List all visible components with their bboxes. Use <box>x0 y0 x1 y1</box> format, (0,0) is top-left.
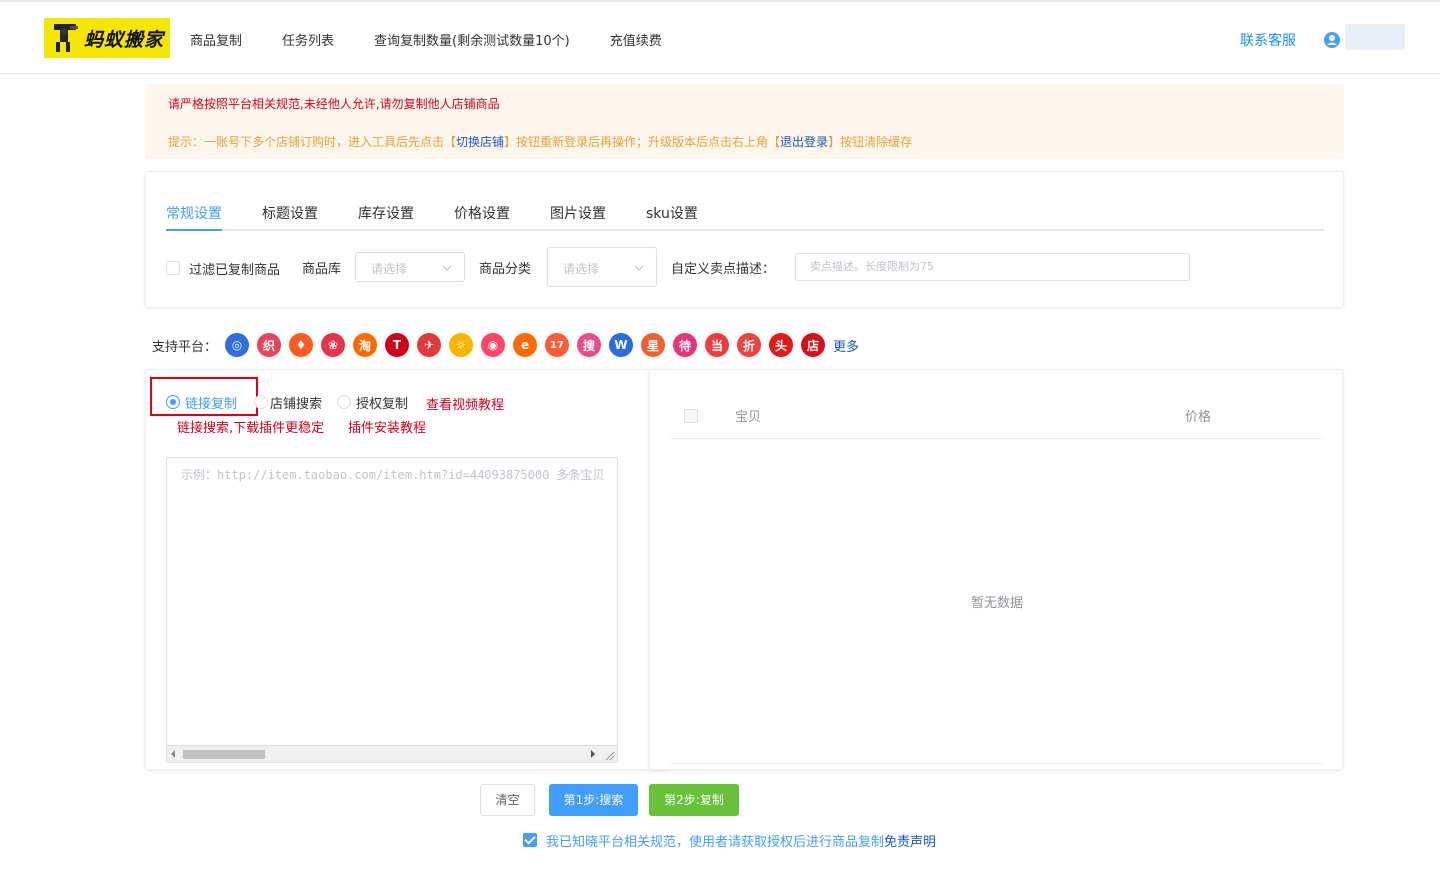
agreement-text: 我已知晓平台相关规范，使用者请获取授权后进行商品复制 <box>546 834 885 850</box>
clear-button[interactable]: 清空 <box>480 784 535 816</box>
zhi-icon[interactable]: 织 <box>257 333 282 357</box>
agreement-row: 我已知晓平台相关规范，使用者请获取授权后进行商品复制 免责声明 <box>523 831 936 850</box>
dian-icon[interactable]: 店 <box>801 333 826 357</box>
tmall-icon[interactable]: T <box>385 333 410 357</box>
supported-platforms: 支持平台： ◎ 织 ♦ ❀ 淘 T ✈ ☼ ◉ e 17 搜 W 星待当折头店 更多 <box>152 332 859 358</box>
user-avatar-icon[interactable] <box>1324 32 1340 48</box>
contact-support-link[interactable]: 联系客服 <box>1240 30 1296 50</box>
scroll-right-icon[interactable] <box>591 750 595 758</box>
main-nav: 商品复制 任务列表 查询复制数量(剩余测试数量10个) 充值续费 <box>190 30 702 49</box>
flame-icon[interactable]: ♦ <box>289 333 314 357</box>
tab-sku[interactable]: sku设置 <box>646 203 698 231</box>
mogujie-icon[interactable]: ◉ <box>481 333 506 357</box>
plugin-install-link[interactable]: 插件安装教程 <box>348 417 426 436</box>
col-price-header: 价格 <box>1185 410 1212 425</box>
1688-icon[interactable]: ◎ <box>225 333 250 357</box>
category-label: 商品分类 <box>479 262 532 277</box>
settings-tabs: 常规设置 标题设置 库存设置 价格设置 图片设置 sku设置 <box>166 203 1324 231</box>
empty-state: 暂无数据 <box>970 596 1023 611</box>
tab-title[interactable]: 标题设置 <box>262 203 318 231</box>
taobao-icon[interactable]: 淘 <box>353 333 378 357</box>
scroll-left-icon[interactable] <box>171 750 175 758</box>
zhe-icon[interactable]: 折 <box>737 333 762 357</box>
notice-tip: 提示：一账号下多个店铺订购时，进入工具后先点击【切换店铺】按钮重新登录后再操作；… <box>168 133 912 150</box>
aliexpress-icon[interactable]: e <box>513 333 538 357</box>
tip-suffix: 】按钮清除缓存 <box>828 135 913 149</box>
user-name-blurred[interactable] <box>1345 24 1405 50</box>
radio-link-copy[interactable] <box>166 395 180 409</box>
horizontal-scrollbar[interactable] <box>167 745 617 762</box>
agreement-checkbox[interactable] <box>523 833 537 847</box>
library-placeholder: 请选择 <box>371 262 408 276</box>
result-table-header: 宝贝 价格 <box>670 394 1323 439</box>
table-bottom-border <box>670 763 1323 764</box>
more-platforms-link[interactable]: 更多 <box>833 336 859 355</box>
tab-image[interactable]: 图片设置 <box>550 203 606 231</box>
step1-search-button[interactable]: 第1步:搜索 <box>549 784 638 816</box>
ant-logo-icon <box>54 24 78 52</box>
result-panel: 宝贝 价格 暂无数据 <box>649 369 1343 770</box>
link-textarea[interactable]: 示例：http://item.taobao.com/item.htm?id=44… <box>166 457 618 763</box>
header: 蚂蚁搬家 商品复制 任务列表 查询复制数量(剩余测试数量10个) 充值续费 联系… <box>0 2 1440 74</box>
step2-copy-button[interactable]: 第2步:复制 <box>649 784 739 816</box>
custom-desc-label: 自定义卖点描述： <box>671 262 776 277</box>
w-icon[interactable]: W <box>609 333 634 357</box>
tou-icon[interactable]: 头 <box>769 333 794 357</box>
logo[interactable]: 蚂蚁搬家 <box>44 18 170 58</box>
tab-price[interactable]: 价格设置 <box>454 203 510 231</box>
xing-icon[interactable]: 星 <box>641 333 666 357</box>
nav-item-product-copy[interactable]: 商品复制 <box>190 30 242 49</box>
nav-item-query-count[interactable]: 查询复制数量(剩余测试数量10个) <box>374 30 570 49</box>
radio-shop-search[interactable] <box>254 395 268 409</box>
custom-desc-input[interactable]: 卖点描述。长度限制为75 <box>795 253 1190 281</box>
lion-icon[interactable]: ☼ <box>449 333 474 357</box>
num17-icon[interactable]: 17 <box>545 333 570 357</box>
link-copy-label[interactable]: 链接复制 <box>185 393 237 412</box>
radio-auth-copy[interactable] <box>337 395 351 409</box>
platforms-label: 支持平台： <box>152 339 218 355</box>
plugin-tip-link[interactable]: 链接搜索,下载插件更稳定 <box>177 417 324 436</box>
library-label: 商品库 <box>302 262 342 277</box>
shop-search-label[interactable]: 店铺搜索 <box>270 393 322 412</box>
settings-card: 常规设置 标题设置 库存设置 价格设置 图片设置 sku设置 过滤已复制商品 商… <box>145 171 1344 308</box>
notice-banner: 请严格按照平台相关规范,未经他人允许,请勿复制他人店铺商品 提示：一账号下多个店… <box>145 84 1344 159</box>
filter-copied-label: 过滤已复制商品 <box>189 263 281 278</box>
filter-copied-checkbox[interactable] <box>166 261 180 275</box>
chevron-down-icon <box>442 265 452 271</box>
video-tutorial-link[interactable]: 查看视频教程 <box>426 394 504 413</box>
notice-warning: 请严格按照平台相关规范,未经他人允许,请勿复制他人店铺商品 <box>168 97 500 111</box>
tip-logout: 退出登录 <box>780 135 829 149</box>
tip-prefix: 提示：一账号下多个店铺订购时，进入工具后先点击【 <box>168 135 457 149</box>
juanpi-icon[interactable]: ✈ <box>417 333 442 357</box>
chevron-down-icon <box>634 265 644 271</box>
logo-text: 蚂蚁搬家 <box>83 28 164 51</box>
auth-copy-label[interactable]: 授权复制 <box>356 393 408 412</box>
dang-icon[interactable]: 当 <box>705 333 730 357</box>
nav-item-recharge[interactable]: 充值续费 <box>610 30 662 49</box>
filter-row: 过滤已复制商品 商品库 请选择 商品分类 请选择 自定义卖点描述： 卖点描述。长… <box>166 247 1326 287</box>
tip-switch-shop: 切换店铺 <box>456 135 505 149</box>
sou-icon[interactable]: 搜 <box>577 333 602 357</box>
category-select[interactable]: 请选择 <box>547 247 657 287</box>
category-placeholder: 请选择 <box>563 262 600 276</box>
platform-icon-list: ◎ 织 ♦ ❀ 淘 T ✈ ☼ ◉ e 17 搜 W 星待当折头店 <box>225 333 833 357</box>
disclaimer-link[interactable]: 免责声明 <box>884 831 936 850</box>
scroll-thumb[interactable] <box>183 750 265 759</box>
copy-input-panel: 链接复制 店铺搜索 授权复制 查看视频教程 链接搜索,下载插件更稳定 插件安装教… <box>145 369 667 770</box>
nav-item-task-list[interactable]: 任务列表 <box>282 30 334 49</box>
col-item-header: 宝贝 <box>735 410 762 425</box>
dai-icon[interactable]: 待 <box>673 333 698 357</box>
tab-general[interactable]: 常规设置 <box>166 203 222 231</box>
textarea-placeholder: 示例：http://item.taobao.com/item.htm?id=44… <box>181 468 605 482</box>
tip-middle: 】按钮重新登录后再操作；升级版本后点击右上角【 <box>504 135 781 149</box>
resize-grip-icon[interactable] <box>603 749 615 761</box>
select-all-checkbox[interactable] <box>684 409 698 423</box>
vip-icon[interactable]: ❀ <box>321 333 346 357</box>
library-select[interactable]: 请选择 <box>355 252 465 282</box>
tab-stock[interactable]: 库存设置 <box>358 203 414 231</box>
